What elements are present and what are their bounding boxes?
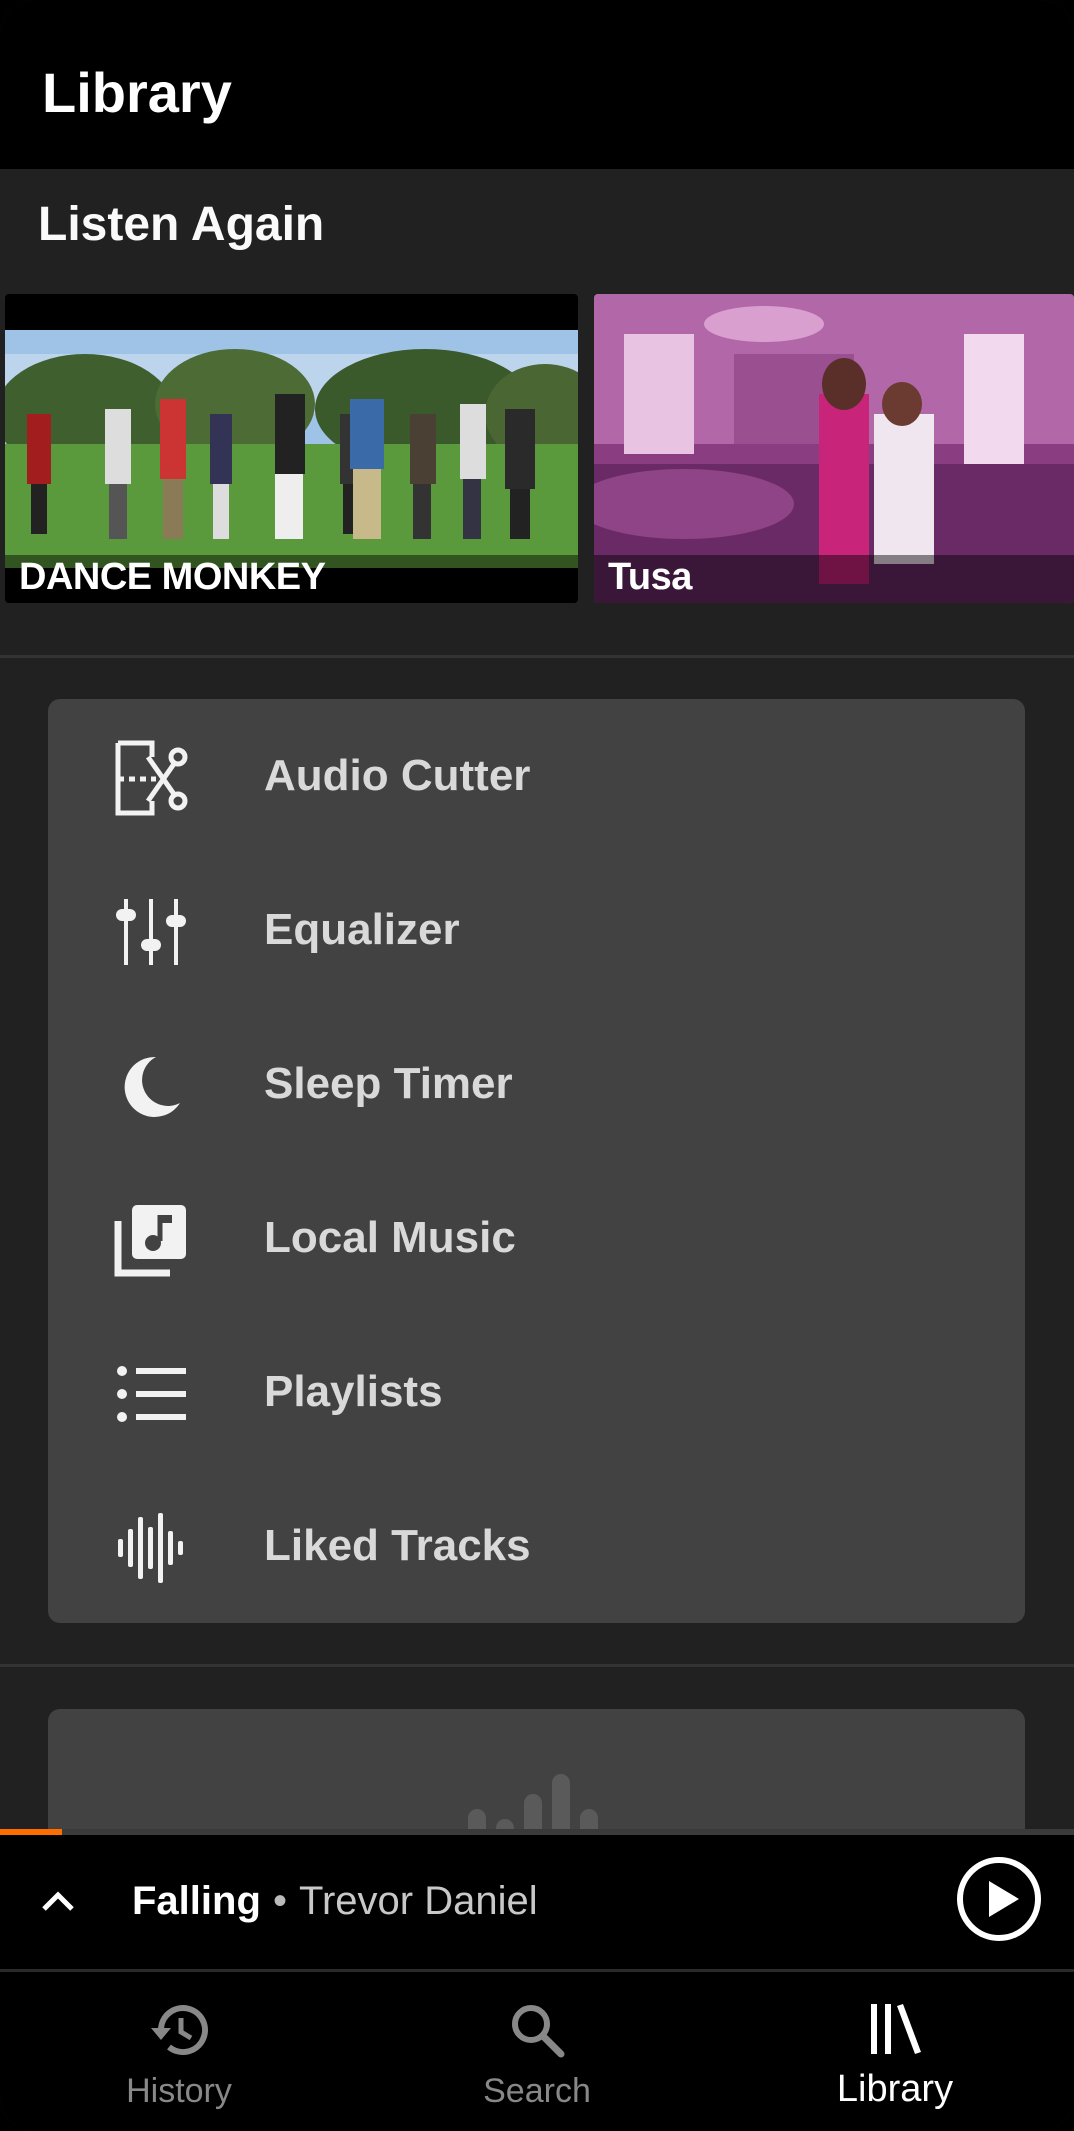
menu-item-playlists[interactable]: Playlists xyxy=(48,1315,1025,1469)
now-playing-title: Falling xyxy=(132,1879,261,1923)
menu-item-liked-tracks[interactable]: Liked Tracks xyxy=(48,1469,1025,1623)
menu-item-label: Audio Cutter xyxy=(264,751,531,800)
playback-progress[interactable] xyxy=(0,1829,1074,1835)
app-frame: Library Listen Again DANCE MONKEY Tusa A… xyxy=(0,0,1074,2131)
menu-item-label: Equalizer xyxy=(264,905,460,954)
local-music-icon xyxy=(114,1205,186,1277)
page-title: Library xyxy=(42,61,232,124)
listen-again-label: Tusa xyxy=(608,556,692,598)
app-bar: Library xyxy=(0,0,1074,169)
thumbnail-caption: DANCE MONKEY xyxy=(5,555,578,603)
nav-label: Search xyxy=(483,2072,591,2110)
divider xyxy=(0,1664,1074,1667)
listen-again-card-dance-monkey[interactable]: DANCE MONKEY xyxy=(5,294,578,603)
menu-item-equalizer[interactable]: Equalizer xyxy=(48,853,1025,1007)
nav-label: Library xyxy=(836,2068,954,2110)
nav-history[interactable]: History xyxy=(0,1972,358,2131)
listen-again-label: DANCE MONKEY xyxy=(19,556,326,598)
play-button[interactable] xyxy=(955,1855,1043,1943)
listen-again-card-tusa[interactable]: Tusa xyxy=(594,294,1074,603)
nav-library[interactable]: Library xyxy=(716,1972,1074,2131)
library-icon xyxy=(871,2004,921,2054)
chevron-up-icon[interactable] xyxy=(38,1881,78,1921)
search-icon xyxy=(512,2005,565,2058)
tools-menu: Audio Cutter Equalizer Sleep Timer Local… xyxy=(48,699,1025,1623)
menu-item-label: Local Music xyxy=(264,1213,516,1262)
menu-item-label: Sleep Timer xyxy=(264,1059,513,1108)
bottom-navigation: History Search Library xyxy=(0,1972,1074,2131)
listen-again-title: Listen Again xyxy=(38,198,325,251)
thumbnail-caption: Tusa xyxy=(594,555,1074,603)
audio-cutter-icon xyxy=(115,740,188,816)
history-icon xyxy=(151,2005,208,2056)
now-playing-artist: Trevor Daniel xyxy=(299,1879,538,1923)
moon-icon xyxy=(124,1056,180,1117)
menu-item-sleep-timer[interactable]: Sleep Timer xyxy=(48,1007,1025,1161)
menu-item-label: Playlists xyxy=(264,1367,443,1416)
nav-search[interactable]: Search xyxy=(358,1972,716,2131)
now-playing-bar[interactable]: Falling • Trevor Daniel xyxy=(0,1829,1074,1969)
waveform-icon xyxy=(118,1513,183,1583)
menu-item-audio-cutter[interactable]: Audio Cutter xyxy=(48,699,1025,853)
playback-progress-fill xyxy=(0,1829,63,1835)
divider xyxy=(0,655,1074,658)
menu-item-label: Liked Tracks xyxy=(264,1521,531,1570)
now-playing-separator: • xyxy=(273,1879,288,1923)
menu-item-local-music[interactable]: Local Music xyxy=(48,1161,1025,1315)
equalizer-icon xyxy=(116,899,186,965)
nav-label: History xyxy=(126,2072,232,2110)
list-icon xyxy=(117,1366,186,1422)
